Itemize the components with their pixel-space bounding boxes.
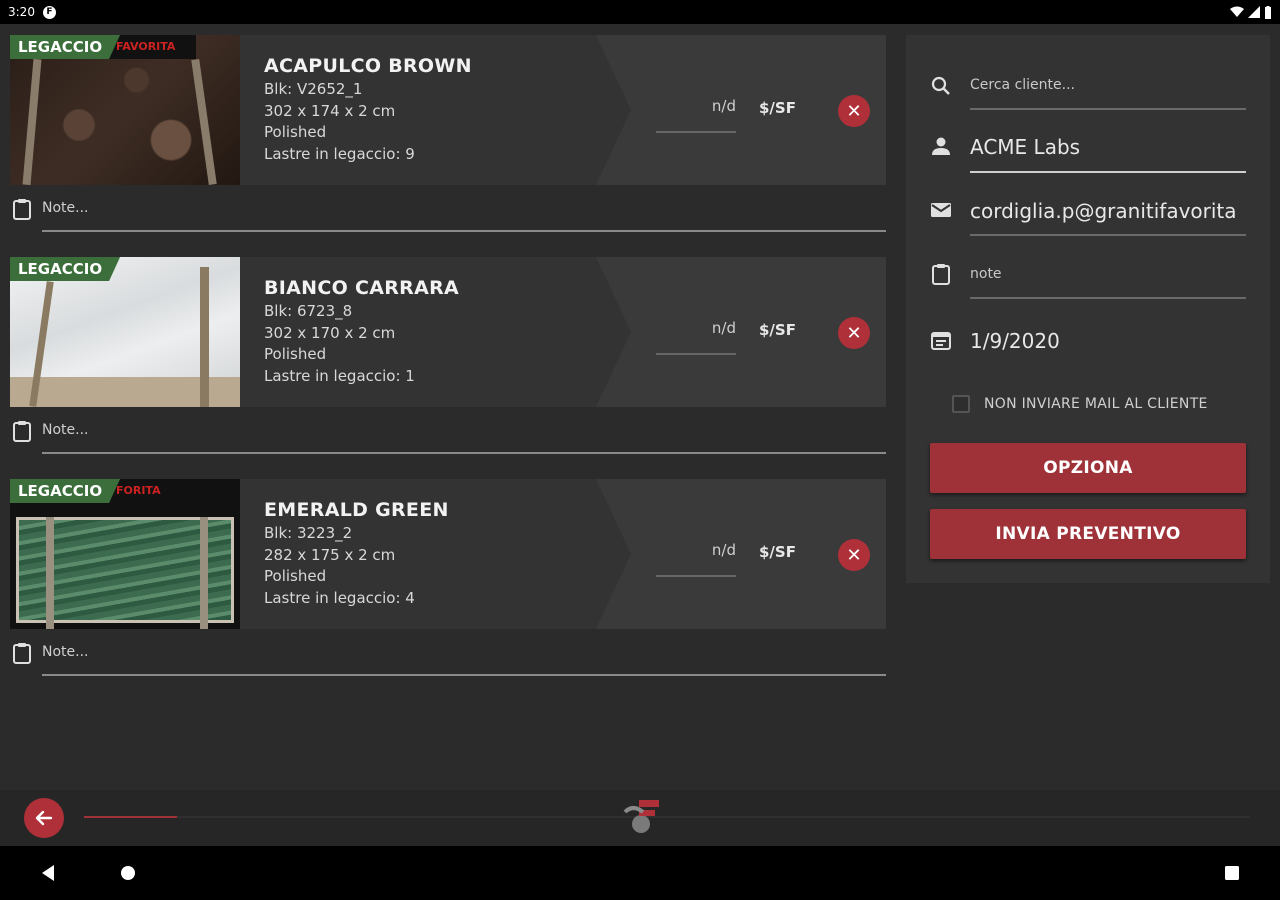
rack-post: [46, 517, 54, 629]
product-slabs: Lastre in legaccio: 4: [264, 588, 415, 607]
no-mail-checkbox[interactable]: [952, 395, 970, 413]
search-underline: [970, 108, 1246, 110]
date-value[interactable]: 1/9/2020: [970, 329, 1250, 353]
product-list: FAVORITA LEGACCIO ACAPULCO BROWN Blk: V2…: [10, 35, 886, 701]
brand-logo-icon: [623, 800, 659, 833]
remove-button[interactable]: ✕: [838, 95, 870, 127]
progress-track: [84, 816, 1250, 818]
product-image[interactable]: FORITA LEGACCIO: [10, 479, 240, 629]
price-input[interactable]: n/d: [656, 97, 736, 115]
price-unit: $/SF: [759, 99, 796, 117]
price-unit: $/SF: [759, 321, 796, 339]
price-input[interactable]: n/d: [656, 319, 736, 337]
system-nav-bar: [0, 846, 1280, 900]
product-size: 282 x 175 x 2 cm: [264, 545, 396, 564]
status-icons: [1230, 5, 1272, 19]
legaccio-badge: LEGACCIO: [10, 35, 121, 59]
clipboard-icon: [13, 421, 31, 442]
note-row[interactable]: Note...: [10, 629, 886, 701]
rack-post: [200, 517, 208, 629]
client-search-input[interactable]: Cerca cliente...: [970, 77, 1250, 93]
battery-icon: [1265, 5, 1271, 19]
signal-icon: [1248, 6, 1260, 18]
wifi-icon: [1230, 6, 1244, 17]
nav-back-icon[interactable]: [40, 864, 56, 882]
product-card[interactable]: FORITA LEGACCIO EMERALD GREEN Blk: 3223_…: [10, 479, 886, 629]
product-name: ACAPULCO BROWN: [264, 55, 472, 77]
opziona-button[interactable]: OPZIONA: [930, 443, 1246, 493]
note-input[interactable]: Note...: [42, 200, 89, 216]
note-input[interactable]: note: [970, 266, 1250, 282]
product-image[interactable]: FAVORITA LEGACCIO: [10, 35, 240, 185]
product-finish: Polished: [264, 345, 327, 363]
price-unit: $/SF: [759, 543, 796, 561]
note-underline: [42, 452, 886, 454]
note-underline: [42, 230, 886, 232]
search-icon: [931, 76, 950, 95]
note-input[interactable]: Note...: [42, 422, 89, 438]
price-input-underline: [656, 575, 736, 577]
product-size: 302 x 170 x 2 cm: [264, 323, 396, 342]
price-input-underline: [656, 353, 736, 355]
product-info: BIANCO CARRARA Blk: 6723_8 302 x 170 x 2…: [240, 257, 600, 407]
product-block: Blk: 6723_8: [264, 302, 353, 320]
note-underline: [970, 297, 1246, 299]
nav-recents-icon[interactable]: [1224, 865, 1240, 881]
notification-app-icon: F: [42, 5, 56, 19]
send-quote-button[interactable]: INVIA PREVENTIVO: [930, 509, 1246, 559]
back-button[interactable]: [24, 798, 64, 838]
note-row[interactable]: Note...: [10, 407, 886, 479]
no-mail-option[interactable]: NON INVIARE MAIL AL CLIENTE: [952, 395, 1208, 413]
close-icon: ✕: [846, 544, 862, 566]
price-input[interactable]: n/d: [656, 541, 736, 559]
product-name: BIANCO CARRARA: [264, 277, 460, 299]
product-card[interactable]: FAVORITA LEGACCIO ACAPULCO BROWN Blk: V2…: [10, 35, 886, 185]
product-image[interactable]: LEGACCIO: [10, 257, 240, 407]
brand-strip: FAVORITA: [106, 35, 196, 59]
product-name: EMERALD GREEN: [264, 499, 449, 521]
email-underline: [970, 234, 1246, 236]
client-name-underline: [970, 171, 1246, 173]
close-icon: ✕: [846, 100, 862, 122]
quote-panel: Cerca cliente... ACME Labs cordiglia.p@g…: [906, 35, 1270, 583]
remove-button[interactable]: ✕: [838, 317, 870, 349]
product-slabs: Lastre in legaccio: 1: [264, 366, 415, 385]
person-icon: [932, 137, 950, 155]
bottom-bar: [0, 790, 1280, 846]
remove-button[interactable]: ✕: [838, 539, 870, 571]
clipboard-icon: [13, 199, 31, 220]
product-finish: Polished: [264, 567, 327, 585]
email-input[interactable]: cordiglia.p@granitifavorita: [970, 199, 1250, 223]
brand-strip: FORITA: [106, 479, 196, 503]
product-slabs: Lastre in legaccio: 9: [264, 144, 415, 163]
legaccio-badge: LEGACCIO: [10, 257, 121, 281]
nav-home-icon[interactable]: [120, 865, 136, 881]
legaccio-badge: LEGACCIO: [10, 479, 121, 503]
product-finish: Polished: [264, 123, 327, 141]
note-input[interactable]: Note...: [42, 644, 89, 660]
client-name-input[interactable]: ACME Labs: [970, 135, 1250, 159]
product-card[interactable]: LEGACCIO BIANCO CARRARA Blk: 6723_8 302 …: [10, 257, 886, 407]
clipboard-icon: [932, 264, 950, 285]
calendar-icon: [931, 332, 951, 350]
rack-post: [200, 267, 209, 407]
note-row[interactable]: Note...: [10, 185, 886, 257]
mail-icon: [931, 203, 951, 217]
product-info: ACAPULCO BROWN Blk: V2652_1 302 x 174 x …: [240, 35, 600, 185]
product-size: 302 x 174 x 2 cm: [264, 101, 396, 120]
note-underline: [42, 674, 886, 676]
product-block: Blk: 3223_2: [264, 524, 353, 542]
no-mail-label: NON INVIARE MAIL AL CLIENTE: [984, 396, 1208, 412]
product-block: Blk: V2652_1: [264, 80, 363, 98]
progress-fill: [84, 816, 177, 818]
product-info: EMERALD GREEN Blk: 3223_2 282 x 175 x 2 …: [240, 479, 600, 629]
clipboard-icon: [13, 643, 31, 664]
status-time: 3:20: [8, 5, 35, 19]
close-icon: ✕: [846, 322, 862, 344]
arrow-left-icon: [35, 810, 53, 826]
status-bar: 3:20 F: [0, 0, 1280, 24]
price-input-underline: [656, 131, 736, 133]
